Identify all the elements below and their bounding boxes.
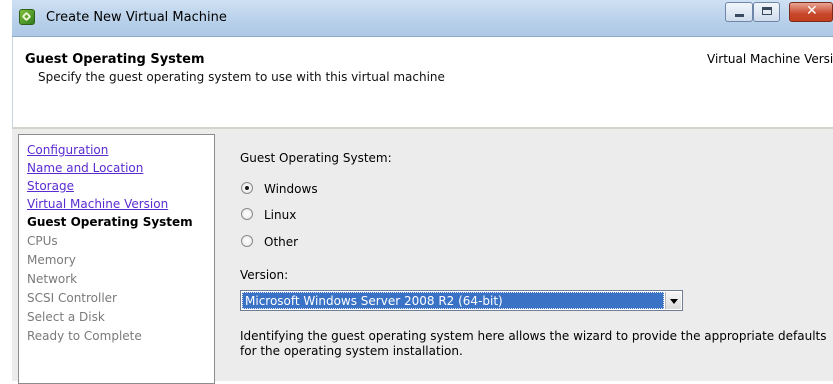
step-network: Network: [27, 272, 78, 286]
page-title: Guest Operating System: [25, 52, 205, 67]
form-area: Guest Operating System: Windows Linux Ot…: [226, 129, 833, 381]
step-storage[interactable]: Storage: [27, 179, 74, 193]
vm-version-indicator: Virtual Machine Versio: [707, 52, 833, 66]
step-select-a-disk: Select a Disk: [27, 310, 105, 324]
other-radio[interactable]: [241, 235, 253, 247]
minimize-icon: [735, 14, 744, 17]
os-description: Identifying the guest operating system h…: [240, 329, 827, 358]
window-title: Create New Virtual Machine: [46, 10, 227, 25]
minimize-button[interactable]: [725, 2, 753, 22]
wizard-header: Guest Operating System Specify the guest…: [12, 37, 833, 127]
wizard-window: Create New Virtual Machine ✕ Guest Opera…: [0, 0, 833, 384]
wizard-body: Configuration Name and Location Storage …: [12, 129, 833, 384]
maximize-icon: [762, 7, 772, 15]
guest-os-label: Guest Operating System:: [240, 151, 392, 165]
step-configuration[interactable]: Configuration: [27, 143, 108, 157]
step-virtual-machine-version[interactable]: Virtual Machine Version: [27, 197, 168, 211]
step-guest-operating-system: Guest Operating System: [27, 215, 193, 229]
step-cpus: CPUs: [27, 234, 58, 248]
close-icon: ✕: [806, 3, 818, 19]
version-select-value[interactable]: Microsoft Windows Server 2008 R2 (64-bit…: [242, 292, 664, 309]
vsphere-app-icon: [19, 9, 35, 25]
other-radio-label[interactable]: Other: [264, 235, 298, 249]
linux-radio[interactable]: [241, 208, 253, 220]
version-select[interactable]: Microsoft Windows Server 2008 R2 (64-bit…: [240, 290, 683, 311]
windows-radio[interactable]: [241, 182, 253, 194]
step-name-and-location[interactable]: Name and Location: [27, 161, 143, 175]
steps-pane: Configuration Name and Location Storage …: [18, 134, 215, 384]
page-subtitle: Specify the guest operating system to us…: [38, 70, 445, 84]
windows-radio-label[interactable]: Windows: [264, 182, 318, 196]
step-ready-to-complete: Ready to Complete: [27, 329, 142, 343]
version-label: Version:: [240, 268, 289, 282]
linux-radio-label[interactable]: Linux: [264, 208, 296, 222]
chevron-down-icon[interactable]: [665, 292, 681, 309]
title-bar[interactable]: Create New Virtual Machine ✕: [12, 0, 833, 37]
close-button[interactable]: ✕: [789, 2, 833, 22]
maximize-button[interactable]: [753, 2, 780, 22]
step-memory: Memory: [27, 253, 76, 267]
step-scsi-controller: SCSI Controller: [27, 291, 117, 305]
